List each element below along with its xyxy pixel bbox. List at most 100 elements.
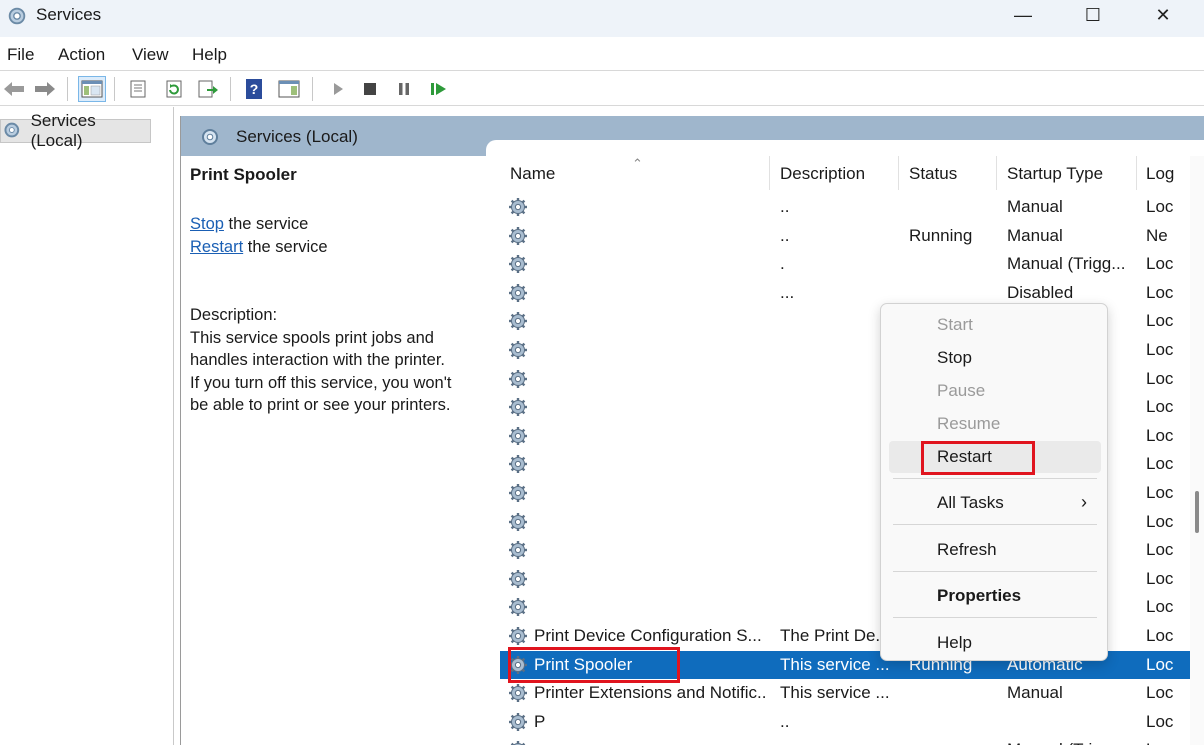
- menu-view[interactable]: View: [132, 45, 169, 65]
- start-service-icon[interactable]: [324, 76, 352, 102]
- cell-logon: Loc: [1146, 740, 1173, 745]
- restart-service-icon[interactable]: [425, 76, 453, 102]
- cell-logon: Loc: [1146, 626, 1174, 645]
- cell-logon: Loc: [1146, 597, 1174, 617]
- service-gear-icon: [507, 225, 529, 252]
- menu-item-pause[interactable]: Pause: [889, 375, 1101, 407]
- close-button[interactable]: ✕: [1140, 0, 1186, 30]
- restart-highlight-box: [921, 441, 1035, 475]
- vertical-scrollbar[interactable]: [1190, 156, 1204, 745]
- stop-service-link[interactable]: Stop: [190, 215, 224, 233]
- menu-item-resume[interactable]: Resume: [889, 408, 1101, 440]
- service-gear-icon: [507, 310, 529, 337]
- service-gear-icon: [507, 682, 529, 709]
- help-icon[interactable]: ?: [240, 76, 268, 102]
- column-header-startup-type[interactable]: Startup Type: [1007, 164, 1103, 184]
- menu-file[interactable]: File: [7, 45, 34, 65]
- cell-logon: Loc: [1146, 540, 1174, 560]
- service-gear-icon: [507, 568, 529, 595]
- service-gear-icon: [507, 539, 529, 566]
- menu-item-label: Pause: [937, 381, 986, 400]
- stop-action: Stop the service: [190, 213, 308, 236]
- cell-logon: Loc: [1146, 197, 1174, 216]
- column-divider[interactable]: [1136, 156, 1137, 190]
- properties-icon[interactable]: [124, 76, 152, 102]
- menu-item-help[interactable]: Help: [889, 627, 1101, 659]
- description-line: be able to print or see your printers.: [190, 396, 451, 414]
- column-divider[interactable]: [996, 156, 997, 190]
- menu-item-properties[interactable]: Properties: [889, 580, 1101, 612]
- cell-name: P: [534, 711, 546, 731]
- menu-help[interactable]: Help: [192, 45, 227, 65]
- forward-arrow-icon[interactable]: [31, 76, 59, 102]
- cell-logon: Loc: [1146, 254, 1174, 274]
- service-gear-icon: [507, 711, 529, 738]
- cell-logon: Loc: [1146, 311, 1174, 331]
- menu-item-start[interactable]: Start: [889, 309, 1101, 341]
- menu-item-all-tasks[interactable]: All Tasks ›: [889, 487, 1101, 519]
- refresh-icon[interactable]: [160, 76, 188, 102]
- column-divider[interactable]: [898, 156, 899, 190]
- menu-item-label: Start: [937, 315, 973, 334]
- restart-service-link[interactable]: Restart: [190, 238, 243, 256]
- tree-item-services-local[interactable]: Services (Local): [0, 111, 151, 150]
- cell-logon: Loc: [1146, 368, 1174, 388]
- service-gear-icon: [507, 196, 529, 223]
- submenu-arrow-icon: ›: [1081, 492, 1087, 512]
- service-gear-icon: [507, 253, 529, 280]
- export-list-icon[interactable]: [194, 76, 222, 102]
- menu-item-refresh[interactable]: Refresh: [889, 534, 1101, 566]
- table-row[interactable]: Printer Extensions and Notific... This se…: [500, 679, 1190, 708]
- cell-description: This service ...: [780, 683, 890, 703]
- toolbar-separator: [312, 77, 313, 101]
- cell-description: ..: [780, 225, 790, 245]
- menu-item-label: Refresh: [937, 540, 997, 559]
- table-row[interactable]: .. Running Manual Ne: [500, 222, 1190, 251]
- services-gear-icon: [202, 129, 218, 145]
- stop-action-suffix: the service: [223, 215, 309, 233]
- cell-startup: Disabled: [1007, 282, 1074, 302]
- service-gear-icon: [507, 596, 529, 623]
- console-tree: Services (Local): [0, 107, 174, 745]
- menu-separator: [893, 571, 1097, 572]
- toolbar-separator: [114, 77, 115, 101]
- back-arrow-icon[interactable]: [0, 76, 28, 102]
- menu-item-label: Properties: [937, 586, 1022, 605]
- menu-item-stop[interactable]: Stop: [889, 342, 1101, 374]
- column-header-log-on-as[interactable]: Log: [1146, 164, 1174, 184]
- cell-logon: Loc: [1146, 282, 1174, 302]
- column-header-name[interactable]: Name: [510, 164, 555, 184]
- toolbar: ?: [0, 72, 1204, 106]
- menu-action[interactable]: Action: [58, 45, 105, 65]
- maximize-button[interactable]: ☐: [1070, 0, 1116, 30]
- stop-service-icon[interactable]: [356, 76, 384, 102]
- menu-separator: [893, 524, 1097, 525]
- pause-service-icon[interactable]: [390, 76, 418, 102]
- minimize-button[interactable]: —: [1000, 0, 1046, 30]
- table-row[interactable]: P.. Loc: [500, 708, 1190, 737]
- cell-name: Print Device Configuration S...: [534, 626, 762, 645]
- cell-logon: Ne: [1146, 225, 1168, 245]
- cell-logon: Loc: [1146, 511, 1174, 531]
- cell-startup: Manual (Trig...: [1007, 740, 1116, 745]
- service-gear-icon: [507, 282, 529, 309]
- title-bar: Services — ☐ ✕: [0, 0, 1204, 37]
- cell-logon: Loc: [1146, 397, 1174, 417]
- cell-logon: Loc: [1146, 454, 1174, 474]
- column-divider[interactable]: [769, 156, 770, 190]
- scrollbar-thumb[interactable]: [1195, 491, 1199, 533]
- menu-item-label: Stop: [937, 348, 972, 367]
- show-hide-console-tree-icon[interactable]: [78, 76, 106, 102]
- column-header-status[interactable]: Status: [909, 164, 957, 184]
- column-header-description[interactable]: Description: [780, 164, 865, 184]
- show-action-pane-icon[interactable]: [275, 76, 303, 102]
- menu-separator: [893, 617, 1097, 618]
- restart-action: Restart the service: [190, 236, 328, 259]
- table-row[interactable]: . Manual (Trigg... Loc: [500, 250, 1190, 279]
- toolbar-separator: [67, 77, 68, 101]
- cell-logon: Loc: [1146, 654, 1174, 674]
- cell-startup: Manual: [1007, 225, 1063, 245]
- table-row[interactable]: Manual (Trig... Loc: [500, 736, 1190, 745]
- cell-description: ...: [780, 282, 795, 302]
- table-row[interactable]: .. Manual Loc: [500, 193, 1190, 222]
